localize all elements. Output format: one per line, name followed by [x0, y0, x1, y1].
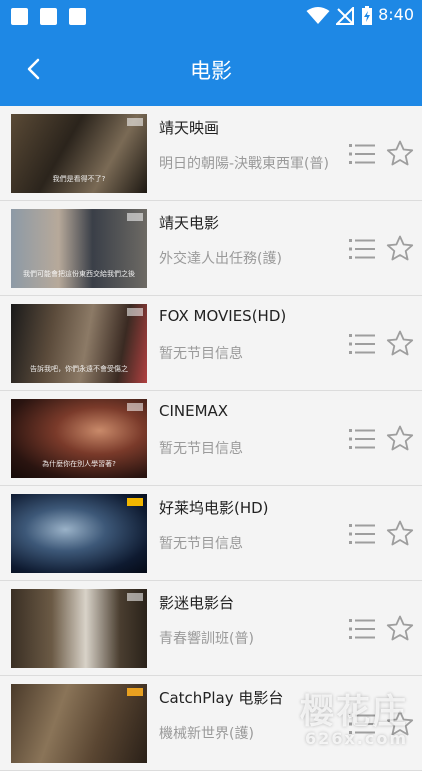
status-bar: 8:40 [0, 0, 422, 32]
program-info: 暂无节目信息 [159, 346, 243, 362]
star-icon[interactable] [385, 234, 415, 264]
channel-thumbnail: 我們是看得不了? [11, 114, 147, 193]
star-icon[interactable] [385, 519, 415, 549]
list-icon[interactable] [349, 428, 375, 450]
list-icon[interactable] [349, 333, 375, 355]
channel-thumbnail [11, 684, 147, 763]
program-info: 暂无节目信息 [159, 536, 243, 552]
channel-thumbnail [11, 589, 147, 668]
list-icon[interactable] [349, 618, 375, 640]
thumbnail-subtitle: 為什麼你在別人學習著? [42, 460, 116, 468]
channel-list: 我們是看得不了? 靖天映画 明日的朝陽-決戰東西軍(普) 我們可能會把這份東西交… [0, 106, 422, 771]
watermark-url: 626x.com [305, 729, 408, 748]
notification-icon [40, 8, 57, 25]
list-icon[interactable] [349, 238, 375, 260]
page-title: 电影 [190, 59, 232, 83]
app-bar: 电影 [0, 32, 422, 106]
channel-row[interactable]: 為什麼你在別人學習著? CINEMAX 暂无节目信息 [0, 391, 422, 486]
star-icon[interactable] [385, 424, 415, 454]
program-info: 暂无节目信息 [159, 441, 243, 457]
status-time: 8:40 [378, 5, 414, 24]
channel-row[interactable]: 我們是看得不了? 靖天映画 明日的朝陽-決戰東西軍(普) [0, 106, 422, 201]
thumbnail-subtitle: 我們是看得不了? [52, 175, 106, 183]
channel-thumbnail: 為什麼你在別人學習著? [11, 399, 147, 478]
watermark: 樱花庄 626x.com [300, 694, 408, 748]
channel-row[interactable]: 影迷电影台 青春響訓班(普) [0, 581, 422, 676]
signal-off-icon [336, 7, 354, 25]
star-icon[interactable] [385, 614, 415, 644]
channel-thumbnail: 告訴我吧，你們永遠不會受傷之 [11, 304, 147, 383]
program-info: 明日的朝陽-決戰東西軍(普) [159, 156, 329, 172]
list-icon[interactable] [349, 523, 375, 545]
channel-logo [127, 403, 143, 411]
channel-row[interactable]: 我們可能會把這份東西交給我們之後 靖天电影 外交達人出任務(護) [0, 201, 422, 296]
channel-name: 好莱坞电影(HD) [159, 499, 269, 517]
notification-icon [69, 8, 86, 25]
channel-row[interactable]: 告訴我吧，你們永遠不會受傷之 FOX MOVIES(HD) 暂无节目信息 [0, 296, 422, 391]
channel-logo [127, 498, 143, 506]
channel-name: 影迷电影台 [159, 594, 235, 612]
star-icon[interactable] [385, 329, 415, 359]
channel-logo [127, 688, 143, 696]
program-info: 青春響訓班(普) [159, 631, 254, 647]
channel-thumbnail [11, 494, 147, 573]
star-icon[interactable] [385, 139, 415, 169]
battery-charging-icon [362, 6, 372, 25]
channel-name: CatchPlay 电影台 [159, 689, 284, 707]
program-info: 外交達人出任務(護) [159, 251, 282, 267]
thumbnail-subtitle: 告訴我吧，你們永遠不會受傷之 [30, 365, 128, 373]
channel-name: CINEMAX [159, 402, 229, 420]
channel-logo [127, 118, 143, 126]
list-icon[interactable] [349, 143, 375, 165]
channel-name: 靖天电影 [159, 214, 220, 232]
wifi-icon [306, 7, 330, 24]
channel-logo [127, 593, 143, 601]
channel-name: FOX MOVIES(HD) [159, 307, 287, 325]
channel-thumbnail: 我們可能會把這份東西交給我們之後 [11, 209, 147, 288]
thumbnail-subtitle: 我們可能會把這份東西交給我們之後 [23, 270, 135, 278]
watermark-text: 樱花庄 [300, 692, 408, 732]
channel-row[interactable]: 好莱坞电影(HD) 暂无节目信息 [0, 486, 422, 581]
channel-name: 靖天映画 [159, 119, 220, 137]
program-info: 機械新世界(護) [159, 726, 254, 742]
channel-logo [127, 213, 143, 221]
notification-icon [11, 8, 28, 25]
channel-logo [127, 308, 143, 316]
